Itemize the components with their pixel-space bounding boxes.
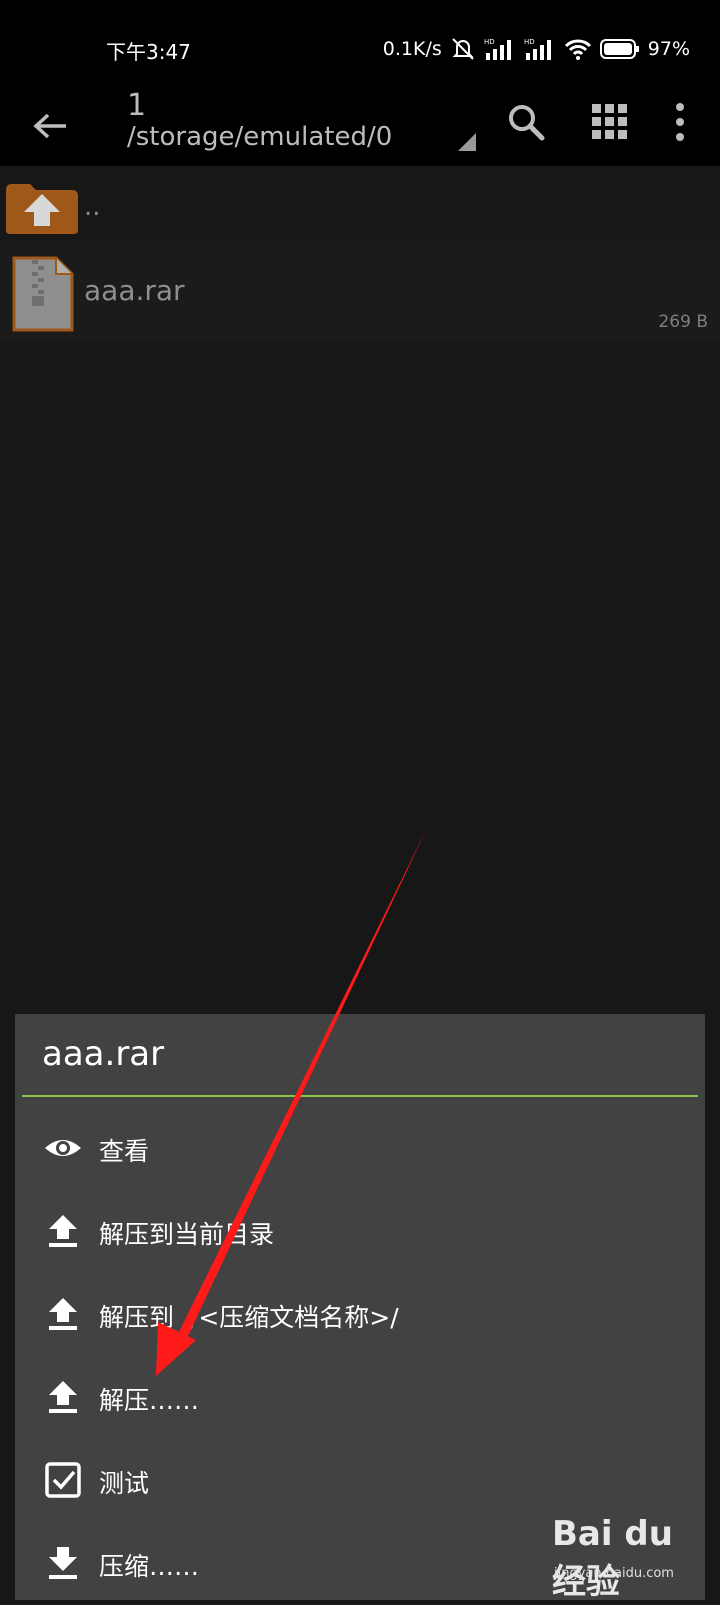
svg-text:HD: HD xyxy=(524,38,535,46)
battery-icon xyxy=(599,39,639,59)
menu-item-label: 解压…… xyxy=(99,1386,200,1415)
back-arrow-icon[interactable] xyxy=(28,104,72,148)
battery-percent: 97% xyxy=(647,38,690,60)
app-toolbar: 1 /storage/emulated/0 xyxy=(0,88,720,166)
download-icon xyxy=(49,1547,77,1579)
menu-item-label: 压缩…… xyxy=(99,1552,200,1581)
svg-text:HD: HD xyxy=(484,38,495,46)
dropdown-caret-icon[interactable] xyxy=(458,133,476,151)
toolbar-title: 1 xyxy=(127,88,147,123)
baidu-watermark: Bai du 经验 jingyan.baidu.com xyxy=(552,1508,712,1602)
menu-item-extract[interactable]: 解压…… xyxy=(15,1355,705,1439)
menu-item-extract-here[interactable]: 解压到当前目录 xyxy=(15,1189,705,1273)
parent-directory-row[interactable]: .. xyxy=(0,166,720,240)
file-name: aaa.rar xyxy=(84,274,185,307)
status-time: 下午3:47 xyxy=(106,40,191,64)
dialog-title: aaa.rar xyxy=(42,1034,165,1074)
network-speed: 0.1K/s xyxy=(382,38,442,60)
hd-signal-icon: HD xyxy=(484,38,511,60)
mute-icon xyxy=(452,38,474,60)
menu-item-label: 解压到当前目录 xyxy=(99,1220,275,1249)
dialog-divider xyxy=(22,1095,698,1097)
watermark-brand: Bai du 经验 xyxy=(552,1514,673,1602)
status-bar: 下午3:47 0.1K/s HD HD 97% xyxy=(0,0,720,88)
menu-item-view[interactable]: 查看 xyxy=(15,1106,705,1190)
menu-item-label: 测试 xyxy=(99,1469,150,1498)
checkbox-icon xyxy=(45,1462,81,1498)
more-vert-icon[interactable] xyxy=(668,100,692,144)
archive-icon xyxy=(12,256,74,332)
menu-item-label: 解压到 ./<压缩文档名称>/ xyxy=(99,1303,399,1332)
file-row[interactable]: aaa.rar 269 B xyxy=(0,240,720,340)
folder-up-icon xyxy=(6,184,78,234)
watermark-url: jingyan.baidu.com xyxy=(554,1566,674,1581)
search-icon[interactable] xyxy=(504,100,548,144)
upload-icon xyxy=(49,1381,77,1413)
eye-icon xyxy=(45,1140,81,1156)
upload-icon xyxy=(49,1298,77,1330)
upload-icon xyxy=(49,1215,77,1247)
hd-signal-icon: HD xyxy=(524,38,551,60)
menu-item-label: 查看 xyxy=(99,1137,150,1166)
file-size: 269 B xyxy=(658,312,708,332)
current-path[interactable]: /storage/emulated/0 xyxy=(127,122,392,152)
menu-item-extract-to-folder[interactable]: 解压到 ./<压缩文档名称>/ xyxy=(15,1272,705,1356)
grid-view-icon[interactable] xyxy=(588,100,632,144)
parent-directory-label: .. xyxy=(84,192,101,222)
status-icons: 0.1K/s HD HD 97% xyxy=(383,35,690,63)
wifi-icon xyxy=(564,39,591,60)
